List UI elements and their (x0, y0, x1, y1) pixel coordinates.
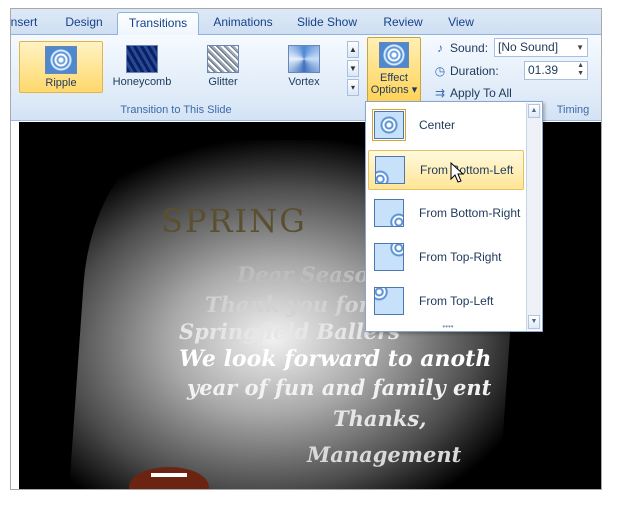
tab-insert[interactable]: nsert (11, 12, 43, 34)
sound-row: ♪ Sound: (433, 38, 488, 58)
slide-line-6: Thanks, (333, 406, 427, 431)
tab-review[interactable]: Review (375, 12, 431, 34)
effect-options-button[interactable]: Effect Options ▾ (367, 37, 421, 105)
ripple-bottom-right-icon (374, 199, 404, 227)
glitter-icon (207, 45, 239, 73)
slide-line-4: We look forward to anoth (179, 346, 492, 372)
transition-honeycomb[interactable]: Honeycomb (100, 41, 184, 93)
effect-option-from-bottom-right[interactable]: From Bottom-Right (368, 194, 524, 234)
sound-select[interactable]: [No Sound] ▼ (494, 38, 588, 57)
duration-spinner[interactable]: 01.39 ▲ ▼ (524, 61, 588, 80)
tab-design[interactable]: Design (55, 12, 113, 34)
effect-options-icon (379, 42, 409, 68)
group-label-timing: Timing (556, 104, 590, 116)
effect-option-center[interactable]: Center (368, 106, 524, 146)
apply-all-icon: ⇉ (434, 86, 446, 100)
menu-scrollbar[interactable]: ▲ ▼ (526, 103, 541, 330)
ripple-icon (45, 46, 77, 74)
transition-honeycomb-label: Honeycomb (112, 76, 172, 88)
gallery-scroll-up-button[interactable]: ▲ (347, 41, 359, 58)
effect-options-label-2: Options ▾ (370, 84, 418, 96)
chevron-down-icon: ▼ (576, 43, 584, 52)
apply-to-all-button[interactable]: ⇉ Apply To All (433, 83, 512, 103)
ripple-center-icon (372, 109, 406, 141)
tab-view[interactable]: View (437, 12, 485, 34)
effect-option-from-bottom-left-label: From Bottom-Left (420, 163, 514, 177)
effect-options-label-1: Effect (380, 72, 408, 84)
sound-icon: ♪ (437, 41, 443, 55)
resize-grip-icon[interactable]: •••• (438, 323, 458, 331)
effect-option-from-top-left-label: From Top-Left (419, 294, 494, 308)
gallery-scroll-down-button[interactable]: ▼ (347, 60, 359, 77)
apply-to-all-label: Apply To All (450, 86, 512, 100)
tab-slide-show[interactable]: Slide Show (287, 12, 367, 34)
slide-line-5: year of fun and family ent (187, 375, 492, 400)
transition-glitter-label: Glitter (208, 76, 238, 88)
group-label-transition: Transition to This Slide (120, 104, 232, 116)
menu-scroll-down-button[interactable]: ▼ (528, 315, 540, 329)
ripple-top-right-icon (374, 243, 404, 271)
ribbon-tab-strip: nsert Design Transitions Animations Slid… (11, 9, 601, 36)
duration-label: Duration: (450, 64, 499, 78)
transition-ripple-label: Ripple (45, 77, 77, 89)
effect-option-from-bottom-right-label: From Bottom-Right (419, 206, 521, 220)
football-lace (151, 473, 187, 477)
effect-options-menu: Center From Bottom-Left From Bottom-Righ… (365, 101, 543, 332)
effect-option-center-label: Center (419, 118, 456, 132)
gallery-expand-button[interactable]: ▾ (347, 79, 359, 96)
spinner-arrows-icon[interactable]: ▲ ▼ (577, 62, 584, 78)
clock-icon: ◷ (434, 64, 446, 78)
transition-glitter[interactable]: Glitter (181, 41, 265, 93)
slide-line-2: Thank you for y (205, 292, 390, 317)
menu-scroll-up-button[interactable]: ▲ (528, 104, 540, 118)
effect-option-from-top-left[interactable]: From Top-Left (368, 282, 524, 322)
transition-ripple[interactable]: Ripple (19, 41, 103, 93)
vortex-icon (288, 45, 320, 73)
tab-animations[interactable]: Animations (205, 12, 281, 34)
duration-value: 01.39 (528, 63, 559, 77)
tab-transitions[interactable]: Transitions (117, 12, 199, 36)
transition-vortex-label: Vortex (288, 76, 320, 88)
mouse-cursor-icon (450, 162, 464, 183)
slide-line-1: Dear Season (237, 262, 384, 287)
transition-vortex[interactable]: Vortex (262, 41, 346, 93)
ripple-bottom-left-icon (375, 156, 405, 184)
effect-option-from-top-right-label: From Top-Right (419, 250, 502, 264)
sound-value: [No Sound] (498, 40, 559, 54)
effect-option-from-top-right[interactable]: From Top-Right (368, 238, 524, 278)
ripple-top-left-icon (374, 287, 404, 315)
duration-row: ◷ Duration: (433, 61, 499, 81)
effect-option-from-bottom-left[interactable]: From Bottom-Left (368, 150, 524, 190)
sound-label: Sound: (450, 41, 489, 55)
honeycomb-icon (126, 45, 158, 73)
slide-title: SPRING (161, 202, 307, 240)
slide-line-7: Management (307, 442, 462, 467)
